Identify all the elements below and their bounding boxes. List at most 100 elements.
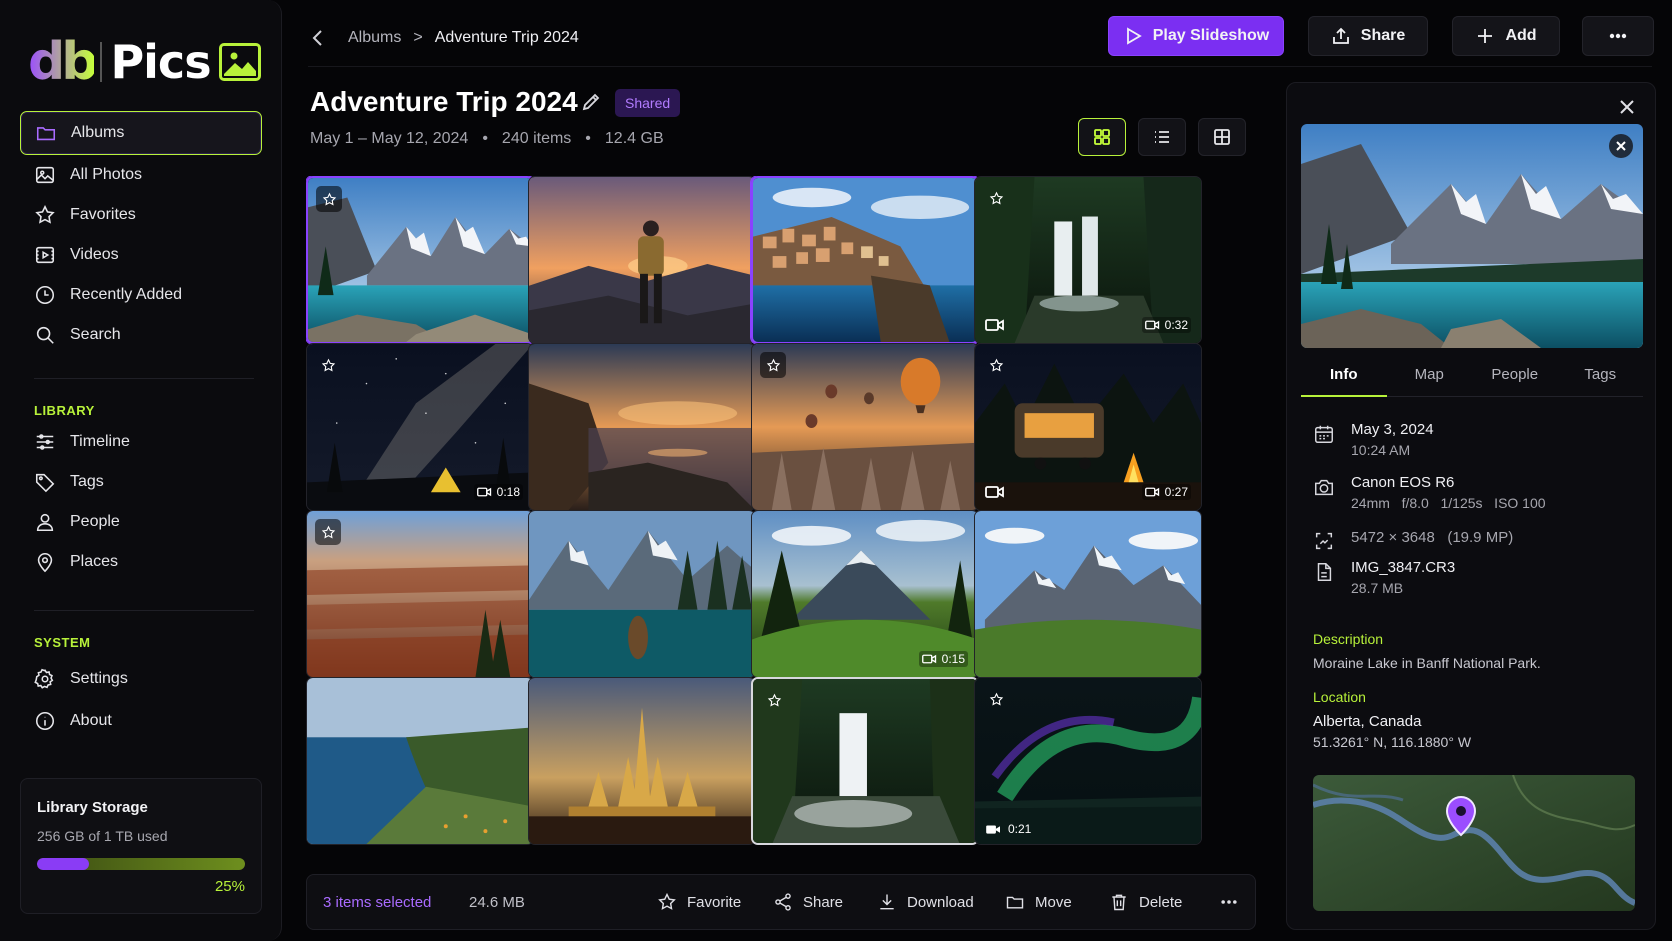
location-label: Location — [1313, 689, 1366, 705]
photo-tile[interactable]: 0:27 — [974, 343, 1202, 511]
app-logo[interactable]: db Pics — [28, 35, 261, 89]
sidebar-item-timeline[interactable]: Timeline — [20, 420, 262, 464]
gear-icon — [34, 668, 56, 690]
library-nav: Timeline Tags People Places — [20, 420, 262, 584]
sidebar-item-label: Albums — [71, 124, 125, 141]
sidebar-item-videos[interactable]: Videos — [20, 233, 262, 277]
favorite-label: Favorite — [687, 893, 742, 911]
favorite-star-icon[interactable] — [983, 185, 1009, 211]
video-duration: 0:32 — [1141, 317, 1191, 333]
photo-tile[interactable]: 0:18 — [306, 343, 534, 511]
move-button[interactable]: Move — [1005, 892, 1072, 912]
favorite-star-icon[interactable] — [983, 686, 1009, 712]
more-options-button[interactable] — [1582, 16, 1654, 56]
close-icon[interactable] — [1617, 97, 1637, 117]
share-label: Share — [803, 893, 844, 911]
photo-tile[interactable] — [528, 176, 756, 344]
sidebar-item-label: Videos — [70, 246, 119, 263]
photo-preview[interactable] — [1301, 124, 1643, 348]
panel-tabs: Info Map People Tags — [1301, 353, 1643, 397]
video-duration-text: 0:21 — [1008, 822, 1032, 836]
photo-tile[interactable] — [528, 677, 756, 845]
sidebar-item-about[interactable]: About — [20, 699, 262, 743]
sidebar-item-all-photos[interactable]: All Photos — [20, 153, 262, 197]
add-button[interactable]: Add — [1452, 16, 1560, 56]
person-icon — [34, 511, 56, 533]
favorite-star-icon[interactable] — [761, 687, 787, 713]
edit-icon[interactable] — [580, 91, 602, 113]
sidebar-item-label: Places — [70, 553, 119, 570]
photo-tile[interactable] — [528, 343, 756, 511]
sidebar-item-people[interactable]: People — [20, 500, 262, 544]
selection-toolbar: 3 items selected 24.6 MB Favorite Share … — [306, 874, 1256, 930]
sidebar-item-recently-added[interactable]: Recently Added — [20, 273, 262, 317]
favorite-star-icon[interactable] — [315, 519, 341, 545]
download-label: Download — [907, 893, 974, 911]
sidebar-item-favorites[interactable]: Favorites — [20, 193, 262, 237]
map-image — [1313, 775, 1635, 911]
move-label: Move — [1035, 893, 1072, 911]
selection-more-button[interactable] — [1219, 892, 1239, 912]
tab-tags[interactable]: Tags — [1558, 353, 1644, 396]
list-view-button[interactable] — [1138, 118, 1186, 156]
back-icon[interactable] — [308, 28, 328, 48]
grid-view-button[interactable] — [1078, 118, 1126, 156]
photo-tile[interactable]: 0:21 — [974, 677, 1202, 845]
description-label: Description — [1313, 631, 1384, 647]
sidebar-item-tags[interactable]: Tags — [20, 460, 262, 504]
tab-map[interactable]: Map — [1387, 353, 1473, 396]
favorite-star-icon[interactable] — [983, 352, 1009, 378]
sliders-icon — [34, 431, 56, 453]
photo-tile[interactable]: 0:15 — [751, 510, 979, 678]
delete-label: Delete — [1139, 893, 1183, 911]
photo-tile[interactable] — [306, 176, 534, 344]
more-icon — [1219, 892, 1239, 912]
info-dimensions-row: 5472 × 3648 (19.9 MP) — [1313, 528, 1513, 552]
photo-thumbnail — [529, 344, 755, 510]
sidebar-item-albums[interactable]: Albums — [20, 111, 262, 155]
photo-tile[interactable] — [751, 677, 979, 845]
photo-tile[interactable] — [751, 343, 979, 511]
grid-icon — [1092, 127, 1112, 147]
sidebar-item-label: Search — [70, 326, 121, 343]
photo-tile[interactable] — [306, 677, 534, 845]
tab-info[interactable]: Info — [1301, 353, 1387, 397]
photo-tile[interactable] — [306, 510, 534, 678]
preview-image — [1301, 124, 1643, 348]
photo-thumbnail — [529, 678, 755, 844]
photo-tile[interactable] — [528, 510, 756, 678]
favorite-button[interactable]: Favorite — [657, 892, 741, 912]
location-map[interactable] — [1313, 775, 1635, 911]
favorite-star-icon[interactable] — [316, 186, 342, 212]
trash-icon — [1109, 892, 1129, 912]
sidebar-item-places[interactable]: Places — [20, 540, 262, 584]
preview-close-icon[interactable] — [1609, 134, 1633, 158]
mosaic-icon — [1212, 127, 1232, 147]
favorite-star-icon[interactable] — [760, 352, 786, 378]
share-selection-button[interactable]: Share — [773, 892, 843, 912]
info-icon — [34, 710, 56, 732]
meta-bullet: • — [585, 130, 591, 147]
delete-button[interactable]: Delete — [1109, 892, 1182, 912]
storage-progress-fill — [37, 858, 89, 870]
video-duration: 0:27 — [1141, 484, 1191, 500]
video-camera-icon — [985, 484, 1005, 500]
download-button[interactable]: Download — [877, 892, 974, 912]
sidebar-item-search[interactable]: Search — [20, 313, 262, 357]
sidebar-item-label: People — [70, 513, 120, 530]
breadcrumb-separator: > — [413, 29, 423, 46]
photo-tile[interactable] — [974, 510, 1202, 678]
photo-dimensions: 5472 × 3648 (19.9 MP) — [1351, 529, 1514, 546]
favorite-star-icon[interactable] — [315, 352, 341, 378]
storage-usage: 256 GB of 1 TB used — [37, 828, 168, 844]
more-icon — [1608, 26, 1628, 46]
sidebar-item-settings[interactable]: Settings — [20, 657, 262, 701]
storage-card: Library Storage 256 GB of 1 TB used 25% — [20, 778, 262, 914]
photo-tile[interactable] — [751, 176, 979, 344]
share-button[interactable]: Share — [1308, 16, 1428, 56]
breadcrumb-albums-link[interactable]: Albums — [348, 29, 401, 47]
play-slideshow-button[interactable]: Play Slideshow — [1108, 16, 1284, 56]
mosaic-view-button[interactable] — [1198, 118, 1246, 156]
photo-tile[interactable]: 0:32 — [974, 176, 1202, 344]
tab-people[interactable]: People — [1472, 353, 1558, 396]
